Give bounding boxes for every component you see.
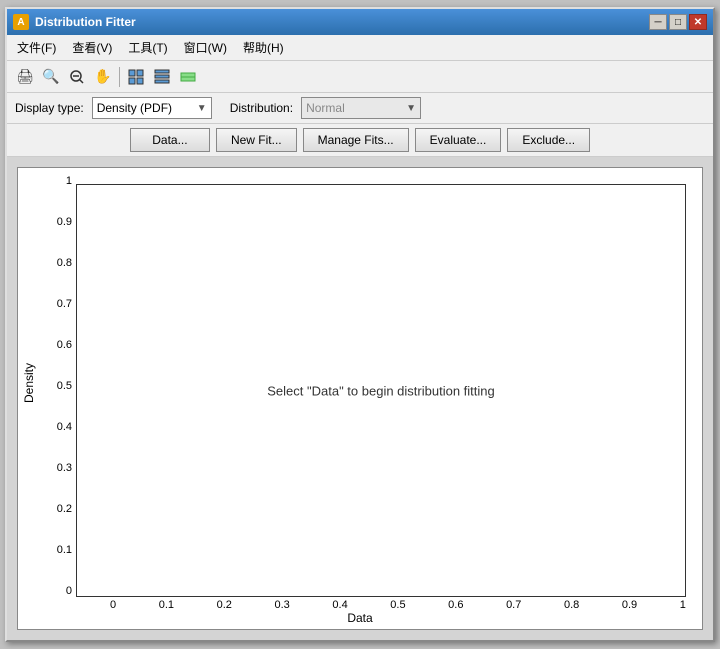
maximize-button[interactable]: □ <box>669 14 687 30</box>
display-type-select[interactable]: Density (PDF) ▼ <box>92 97 212 119</box>
close-button[interactable]: ✕ <box>689 14 707 30</box>
x-axis-label: Data <box>18 611 702 629</box>
manage-fits-button[interactable]: Manage Fits... <box>303 128 409 152</box>
app-icon: A <box>13 14 29 30</box>
new-fit-button[interactable]: New Fit... <box>216 128 297 152</box>
distribution-select[interactable]: Normal ▼ <box>301 97 421 119</box>
y-tick-09: 0.9 <box>40 217 76 228</box>
y-tick-03: 0.3 <box>40 463 76 474</box>
y-axis-label: Density <box>18 168 40 597</box>
x-tick-1: 1 <box>680 599 686 611</box>
x-tick-02: 0.2 <box>217 599 232 611</box>
minimize-button[interactable]: ─ <box>649 14 667 30</box>
display-type-arrow: ▼ <box>197 103 207 114</box>
x-tick-0: 0 <box>110 599 116 611</box>
data-button[interactable]: Data... <box>130 128 210 152</box>
plot-area: Select "Data" to begin distribution fitt… <box>76 184 686 597</box>
x-tick-09: 0.9 <box>622 599 637 611</box>
grid1-icon[interactable] <box>124 65 148 89</box>
toolbar-sep-1 <box>119 67 120 87</box>
main-window: A Distribution Fitter ─ □ ✕ 文件(F) 查看(V) … <box>5 7 715 642</box>
x-tick-07: 0.7 <box>506 599 521 611</box>
y-tick-06: 0.6 <box>40 340 76 351</box>
y-tick-07: 0.7 <box>40 299 76 310</box>
main-content: Density 0 0.1 0.2 0.3 0.4 0.5 0.6 0.7 0.… <box>7 157 713 640</box>
distribution-arrow: ▼ <box>406 103 416 114</box>
x-tick-03: 0.3 <box>275 599 290 611</box>
pan-icon[interactable]: ✋ <box>91 65 115 89</box>
grid2-icon[interactable] <box>150 65 174 89</box>
menu-bar: 文件(F) 查看(V) 工具(T) 窗口(W) 帮助(H) <box>7 35 713 61</box>
chart-message: Select "Data" to begin distribution fitt… <box>267 383 494 398</box>
zoom-out-icon[interactable] <box>65 65 89 89</box>
y-tick-01: 0.1 <box>40 545 76 556</box>
chart-area: Density 0 0.1 0.2 0.3 0.4 0.5 0.6 0.7 0.… <box>17 167 703 630</box>
menu-item-help[interactable]: 帮助(H) <box>237 37 290 58</box>
title-bar-left: A Distribution Fitter <box>13 14 136 30</box>
menu-item-file[interactable]: 文件(F) <box>11 37 62 58</box>
y-tick-1: 1 <box>40 176 76 187</box>
x-tick-04: 0.4 <box>332 599 347 611</box>
x-tick-01: 0.1 <box>159 599 174 611</box>
y-tick-02: 0.2 <box>40 504 76 515</box>
exclude-button[interactable]: Exclude... <box>507 128 590 152</box>
title-buttons: ─ □ ✕ <box>649 14 707 30</box>
y-tick-08: 0.8 <box>40 258 76 269</box>
y-tick-04: 0.4 <box>40 422 76 433</box>
print-icon[interactable]: 🖨 <box>13 65 37 89</box>
y-tick-0: 0 <box>40 586 76 597</box>
x-tick-08: 0.8 <box>564 599 579 611</box>
zoom-in-icon[interactable]: 🔍 <box>39 65 63 89</box>
controls-bar: Display type: Density (PDF) ▼ Distributi… <box>7 93 713 124</box>
title-bar: A Distribution Fitter ─ □ ✕ <box>7 9 713 35</box>
distribution-label: Distribution: <box>230 101 293 115</box>
y-tick-05: 0.5 <box>40 381 76 392</box>
x-tick-06: 0.6 <box>448 599 463 611</box>
action-buttons-bar: Data... New Fit... Manage Fits... Evalua… <box>7 124 713 157</box>
evaluate-button[interactable]: Evaluate... <box>415 128 502 152</box>
settings-icon[interactable] <box>176 65 200 89</box>
window-title: Distribution Fitter <box>35 15 136 29</box>
menu-item-view[interactable]: 查看(V) <box>66 37 118 58</box>
menu-item-tools[interactable]: 工具(T) <box>122 37 173 58</box>
x-tick-05: 0.5 <box>390 599 405 611</box>
chart-wrapper: Density 0 0.1 0.2 0.3 0.4 0.5 0.6 0.7 0.… <box>18 168 702 597</box>
toolbar: 🖨 🔍 ✋ <box>7 61 713 93</box>
display-type-label: Display type: <box>15 101 84 115</box>
menu-item-window[interactable]: 窗口(W) <box>178 37 233 58</box>
